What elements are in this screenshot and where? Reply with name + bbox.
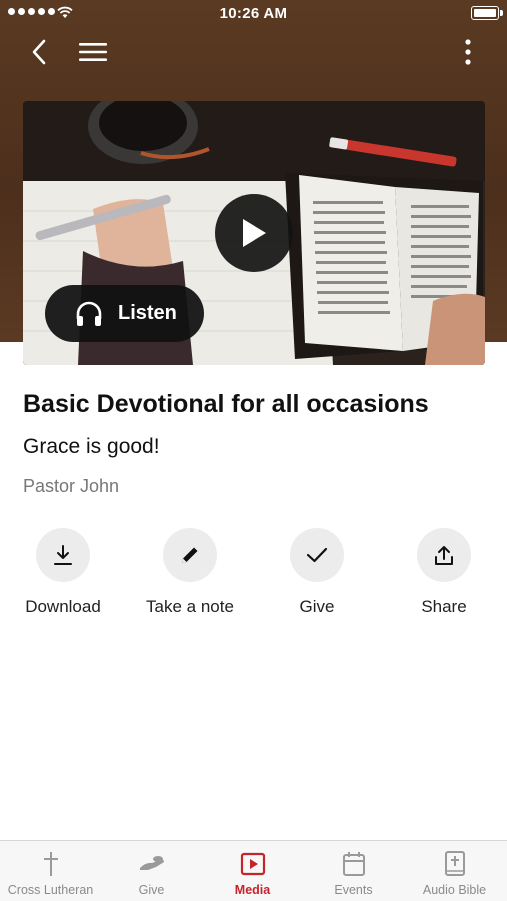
download-button[interactable]: Download [3, 528, 123, 617]
tab-label: Media [234, 883, 271, 897]
tab-audio-bible[interactable]: Audio Bible [404, 841, 505, 901]
headphones-icon [76, 301, 102, 326]
listen-button[interactable]: Listen [45, 285, 204, 342]
tab-label: Audio Bible [422, 883, 487, 897]
tab-label: Events [334, 883, 373, 897]
checkmark-icon-circle [290, 528, 344, 582]
tab-bar: Cross Lutheran Give Media Events Audio B… [0, 840, 507, 901]
share-button[interactable]: Share [384, 528, 504, 617]
pencil-icon-circle [163, 528, 217, 582]
chevron-left-icon [32, 39, 46, 65]
status-bar: 10:26 AM [0, 0, 507, 28]
bible-icon [444, 851, 465, 876]
menu-button[interactable] [74, 34, 112, 70]
play-icon [243, 219, 266, 247]
listen-label: Listen [118, 302, 177, 324]
hamburger-icon [79, 43, 107, 61]
pencil-icon [182, 547, 198, 563]
download-label: Download [25, 597, 101, 616]
battery-icon [471, 6, 503, 20]
checkmark-icon [306, 547, 328, 563]
status-time: 10:26 AM [219, 5, 288, 22]
tab-cross-lutheran[interactable]: Cross Lutheran [0, 841, 101, 901]
download-icon-circle [36, 528, 90, 582]
media-thumbnail[interactable]: Listen [23, 101, 485, 365]
share-icon [435, 546, 453, 565]
author-name: Pastor John [23, 476, 120, 496]
share-icon-circle [417, 528, 471, 582]
tab-media[interactable]: Media [202, 841, 303, 901]
media-play-icon [240, 852, 265, 876]
back-button[interactable] [22, 34, 56, 70]
more-options-button[interactable] [452, 34, 484, 70]
calendar-icon [342, 852, 365, 876]
share-label: Share [421, 597, 467, 616]
take-note-button[interactable]: Take a note [130, 528, 250, 617]
devotional-subtitle: Grace is good! [23, 435, 160, 458]
give-button[interactable]: Give [257, 528, 377, 617]
play-button[interactable] [215, 194, 293, 272]
tab-label: Give [138, 883, 165, 897]
tab-events[interactable]: Events [303, 841, 404, 901]
giving-hand-icon [139, 856, 164, 870]
take-note-label: Take a note [146, 597, 234, 616]
page-title: Basic Devotional for all occasions [23, 390, 429, 418]
download-icon [54, 545, 72, 565]
give-label: Give [299, 597, 335, 616]
tab-give[interactable]: Give [101, 841, 202, 901]
cross-icon [43, 852, 58, 876]
tab-label: Cross Lutheran [7, 883, 94, 897]
vertical-ellipsis-icon [465, 39, 471, 65]
